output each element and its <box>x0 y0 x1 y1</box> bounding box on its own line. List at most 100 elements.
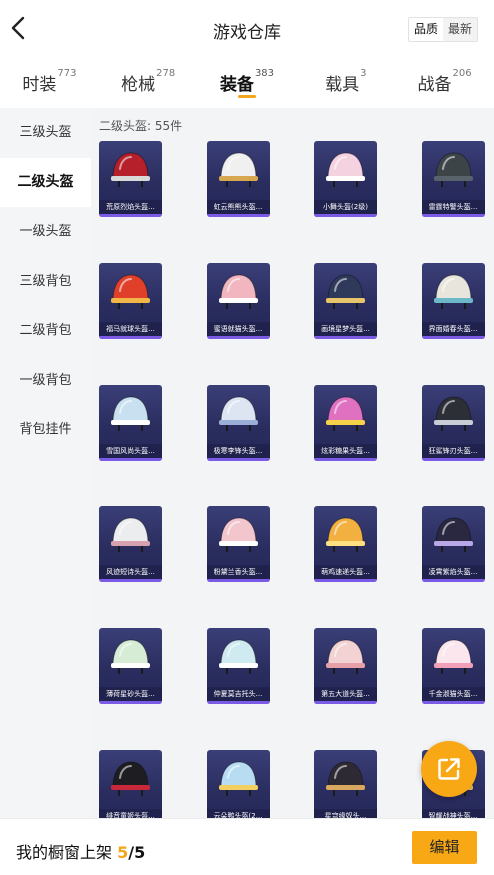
rarity-strip <box>421 579 485 583</box>
item-card-frame: 福马就球头盔... <box>99 262 162 339</box>
section-title: 二级头盔: 55件 <box>99 119 183 133</box>
item-card[interactable]: 狂鲨锋刃头盔... <box>421 384 485 461</box>
helmet-icon <box>218 152 258 187</box>
item-card-frame: 萌鸡速递头盔... <box>314 506 377 583</box>
item-card[interactable]: 第五大道头盔... <box>314 628 377 705</box>
helmet-icon <box>111 274 150 309</box>
item-card[interactable]: 云朵鸭头盔(2... <box>206 750 270 818</box>
edit-button[interactable]: 编辑 <box>412 831 477 864</box>
showcase-count: 5 <box>117 843 129 862</box>
item-name: 千金淑猫头盔... <box>421 687 485 702</box>
item-card[interactable]: 极寒李锋头盔... <box>206 384 270 461</box>
helmet-icon <box>433 152 473 187</box>
tab-fashion[interactable]: 时装773 <box>0 62 99 106</box>
item-card[interactable]: 雷霆特警头盔... <box>421 141 485 217</box>
item-card-frame: 千金淑猫头盔... <box>421 628 485 705</box>
item-card[interactable]: 绯音童姬头盔... <box>99 750 162 818</box>
item-card[interactable]: 凌霄紫焰头盔... <box>421 506 485 583</box>
helmet-icon <box>111 639 150 675</box>
sidebar-item-level3-helmet[interactable]: 三级头盔 <box>0 108 91 158</box>
item-name: 风迹短诗头盔... <box>99 565 162 580</box>
helmet-icon <box>111 152 150 187</box>
sidebar-item-level2-backpack[interactable]: 二级背包 <box>0 306 91 356</box>
rarity-strip <box>206 701 270 705</box>
sidebar-item-level1-backpack[interactable]: 一级背包 <box>0 356 91 406</box>
sort-option-latest[interactable]: 最新 <box>443 18 477 41</box>
active-tab-indicator <box>237 95 256 98</box>
item-card-frame: 炫彩糖果头盔... <box>314 384 377 461</box>
helmet-icon <box>111 761 150 796</box>
item-card[interactable]: 画境星梦头盔... <box>314 262 377 339</box>
item-name: 第五大道头盔... <box>314 687 377 702</box>
item-name: 荒原烈焰头盔... <box>99 200 162 214</box>
rarity-strip <box>314 335 377 339</box>
rarity-strip <box>206 579 270 583</box>
item-content: 二级头盔: 55件 荒原烈焰头盔... 虹云熊熊头盔... 小舞头盔(2级) 雷霆特警… <box>91 108 494 818</box>
helmet-icon <box>326 152 365 187</box>
item-card-frame: 极寒李锋头盔... <box>206 384 270 461</box>
item-card[interactable]: 千金淑猫头盔... <box>421 628 485 705</box>
item-card[interactable]: 界面婚春头盔... <box>421 262 485 339</box>
item-card[interactable]: 星穹缘奴头... <box>314 750 377 818</box>
helmet-icon <box>326 639 365 675</box>
item-card[interactable]: 雪国风尚头盔... <box>99 384 162 461</box>
item-name: 极寒李锋头盔... <box>206 443 270 458</box>
tab-count: 278 <box>156 68 176 79</box>
tab-equipment[interactable]: 装备383 <box>198 62 297 106</box>
item-name: 福马就球头盔... <box>99 321 162 336</box>
item-card-frame: 凌霄紫焰头盔... <box>421 506 485 583</box>
item-card[interactable]: 福马就球头盔... <box>99 262 162 339</box>
sidebar-item-level3-backpack[interactable]: 三级背包 <box>0 257 91 307</box>
rarity-strip <box>99 335 162 339</box>
item-card[interactable]: 虹云熊熊头盔... <box>206 141 270 217</box>
tab-label: 时装 <box>22 75 57 95</box>
helmet-icon <box>218 517 258 553</box>
rarity-strip <box>99 214 162 217</box>
tab-label: 战备 <box>417 75 452 95</box>
item-card[interactable]: 萌鸡速递头盔... <box>314 506 377 583</box>
showcase-label: 我的橱窗上架 <box>16 843 113 862</box>
item-card-frame: 雷霆特警头盔... <box>421 141 485 217</box>
item-card-frame: 绯音童姬头盔... <box>99 750 162 818</box>
sidebar-item-backpack-charm[interactable]: 背包挂件 <box>0 405 91 455</box>
rarity-strip <box>314 457 377 461</box>
helmet-icon <box>218 761 258 796</box>
item-card[interactable]: 蜜语就猫头盔... <box>206 262 270 339</box>
item-card-frame: 狂鲨锋刃头盔... <box>421 384 485 461</box>
rarity-strip <box>206 457 270 461</box>
item-card[interactable]: 炫彩糖果头盔... <box>314 384 377 461</box>
item-name: 虹云熊熊头盔... <box>206 200 270 214</box>
helmet-icon <box>218 639 258 675</box>
item-card[interactable]: 仲夏莫吉托头... <box>206 628 270 705</box>
tab-weapons[interactable]: 枪械278 <box>99 62 198 106</box>
sidebar-item-level2-helmet[interactable]: 二级头盔 <box>0 157 91 207</box>
rarity-strip <box>314 579 377 583</box>
tab-supplies[interactable]: 战备206 <box>395 62 494 106</box>
rarity-strip <box>99 701 162 705</box>
sort-option-quality[interactable]: 品质 <box>408 18 443 41</box>
item-name: 萌鸡速递头盔... <box>314 565 377 580</box>
item-card-frame: 星穹缘奴头... <box>314 750 377 818</box>
tab-label: 装备 <box>219 75 254 95</box>
item-card-frame: 界面婚春头盔... <box>421 262 485 339</box>
helmet-icon <box>433 639 473 675</box>
helmet-icon <box>326 396 365 431</box>
item-card[interactable]: 薄荷星砂头盔... <box>99 628 162 705</box>
showcase-total: /5 <box>128 843 146 862</box>
rarity-strip <box>206 214 270 217</box>
item-card[interactable]: 粉黛兰香头盔... <box>206 506 270 583</box>
item-card-frame: 画境星梦头盔... <box>314 262 377 339</box>
tab-vehicles[interactable]: 载具3 <box>296 62 395 106</box>
item-card[interactable]: 风迹短诗头盔... <box>99 506 162 583</box>
helmet-icon <box>433 517 473 553</box>
item-card[interactable]: 小舞头盔(2级) <box>314 141 377 217</box>
item-name: 小舞头盔(2级) <box>314 200 377 214</box>
sidebar-item-level1-helmet[interactable]: 一级头盔 <box>0 207 91 257</box>
rarity-strip <box>421 701 485 705</box>
item-card-frame: 蜜语就猫头盔... <box>206 262 270 339</box>
helmet-icon <box>111 517 150 553</box>
item-card[interactable]: 荒原烈焰头盔... <box>99 141 162 217</box>
item-card-frame: 薄荷星砂头盔... <box>99 628 162 705</box>
share-button[interactable] <box>421 741 477 797</box>
rarity-strip <box>206 335 270 339</box>
